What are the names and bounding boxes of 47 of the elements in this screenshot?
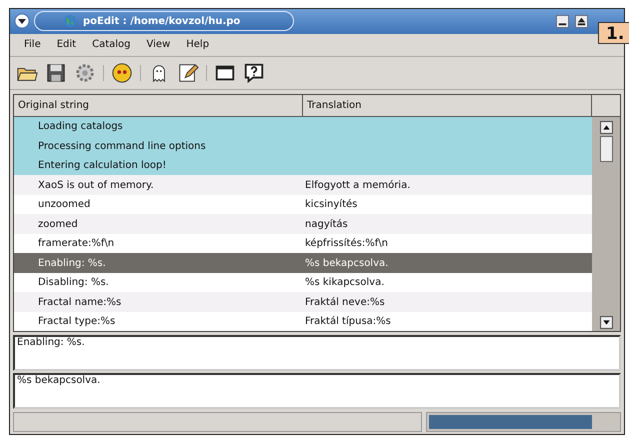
globe-icon xyxy=(63,14,77,28)
save-icon[interactable] xyxy=(45,62,67,84)
table-row[interactable]: Processing command line options xyxy=(14,136,592,156)
original-cell-text: Loading catalogs xyxy=(37,121,124,132)
table-row[interactable]: Loading catalogs xyxy=(14,116,592,136)
original-cell-text: zoomed xyxy=(37,218,79,230)
step-badge: 1. xyxy=(598,22,629,44)
window-title: poEdit : /home/kovzol/hu.po xyxy=(83,16,240,27)
original-cell-text: XaoS is out of memory. xyxy=(37,180,155,191)
translation-cell-text: %s bekapcsolva. xyxy=(304,258,388,269)
original-cell-text: Entering calculation loop! xyxy=(37,160,168,172)
scroll-up-icon[interactable] xyxy=(600,120,612,134)
menu-item[interactable]: Help xyxy=(178,39,218,50)
translation-cell-text: nagyítás xyxy=(304,218,348,230)
original-cell-text: Processing command line options xyxy=(37,140,207,152)
translation-cell-text: Elfogyott a memória. xyxy=(304,180,410,191)
menu-item[interactable]: Catalog xyxy=(84,39,139,50)
translation-cell-text: kicsinyítés xyxy=(304,199,358,210)
translation-cell-text: %s kikapcsolva. xyxy=(304,277,384,288)
edit-icon[interactable] xyxy=(177,62,199,84)
translation-text-field[interactable]: %s bekapcsolva. xyxy=(13,373,621,410)
scrollbar[interactable] xyxy=(592,116,620,332)
original-text-field[interactable]: Enabling: %s. xyxy=(13,335,621,372)
table-row[interactable]: Entering calculation loop! xyxy=(14,156,592,176)
maximize-icon[interactable] xyxy=(575,14,588,28)
menu-item[interactable]: Edit xyxy=(48,39,84,50)
translation-cell-text: képfrissítés:%f\n xyxy=(304,238,388,250)
table-row[interactable]: XaoS is out of memory. Elfogyott a memória. xyxy=(14,175,592,195)
original-cell-text: unzoomed xyxy=(37,199,92,210)
original-cell-text: framerate:%f\n xyxy=(37,238,116,250)
scroll-thumb[interactable] xyxy=(600,136,612,162)
table-row[interactable]: zoomed nagyítás xyxy=(14,214,592,234)
minimize-icon[interactable] xyxy=(556,14,569,28)
original-cell-text: Enabling: %s. xyxy=(37,258,107,269)
window-menu-icon[interactable] xyxy=(14,13,30,30)
original-cell-text: Fractal type:%s xyxy=(37,316,116,328)
original-cell-text: Disabling: %s. xyxy=(37,277,110,288)
translation-cell-text: Fraktál neve:%s xyxy=(304,296,385,308)
table-row[interactable]: Fractal name:%s Fraktál neve:%s xyxy=(14,292,592,312)
scroll-down-icon[interactable] xyxy=(600,316,612,330)
table-row[interactable]: Enabling: %s. %s bekapcsolva. xyxy=(14,253,592,273)
menu-item[interactable]: File xyxy=(16,39,49,50)
menu-item[interactable]: View xyxy=(138,39,178,50)
settings-icon[interactable] xyxy=(74,62,96,84)
help-icon[interactable] xyxy=(243,62,265,84)
original-cell-text: Fractal name:%s xyxy=(37,296,122,308)
translation-cell-text: Fraktál típusa:%s xyxy=(304,316,391,328)
